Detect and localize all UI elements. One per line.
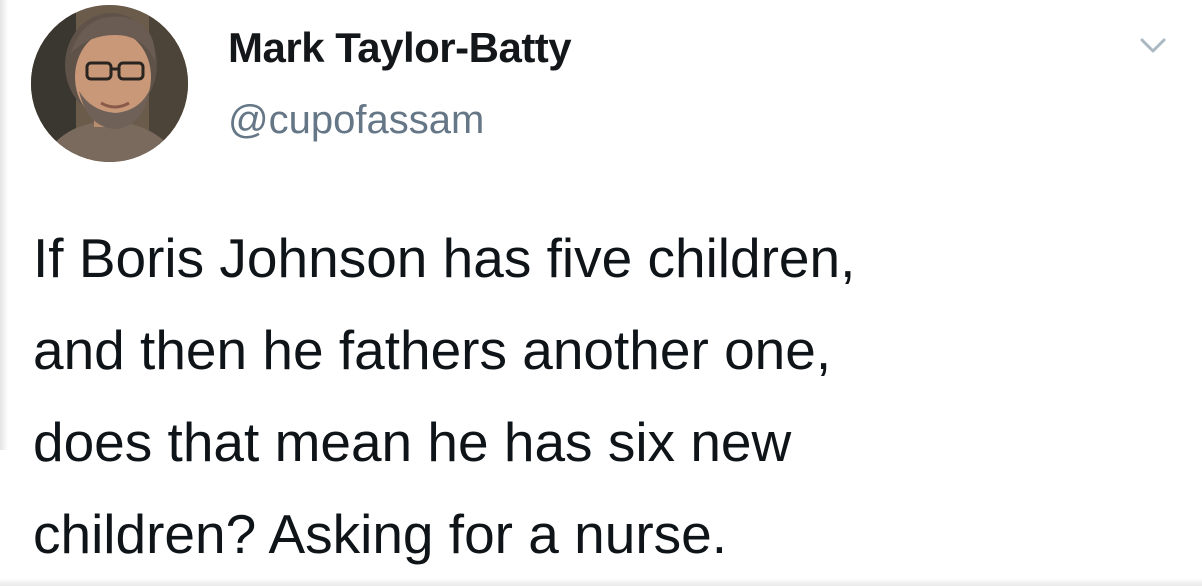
avatar[interactable] — [31, 5, 188, 162]
avatar-photo — [31, 5, 188, 162]
tweet-text-line: children? Asking for a nurse. — [33, 503, 727, 565]
author-handle[interactable]: @cupofassam — [228, 98, 484, 143]
tweet-text: If Boris Johnson has five children, and … — [33, 212, 1183, 580]
card-bottom-border — [0, 578, 1202, 586]
author-display-name[interactable]: Mark Taylor-Batty — [228, 24, 572, 72]
card-left-border — [0, 0, 8, 450]
tweet-text-line: does that mean he has six new — [33, 411, 792, 473]
chevron-down-icon[interactable] — [1136, 30, 1170, 60]
tweet-text-line: and then he fathers another one, — [33, 319, 832, 381]
tweet-card: Mark Taylor-Batty @cupofassam If Boris J… — [0, 0, 1202, 586]
tweet-text-line: If Boris Johnson has five children, — [33, 227, 856, 289]
